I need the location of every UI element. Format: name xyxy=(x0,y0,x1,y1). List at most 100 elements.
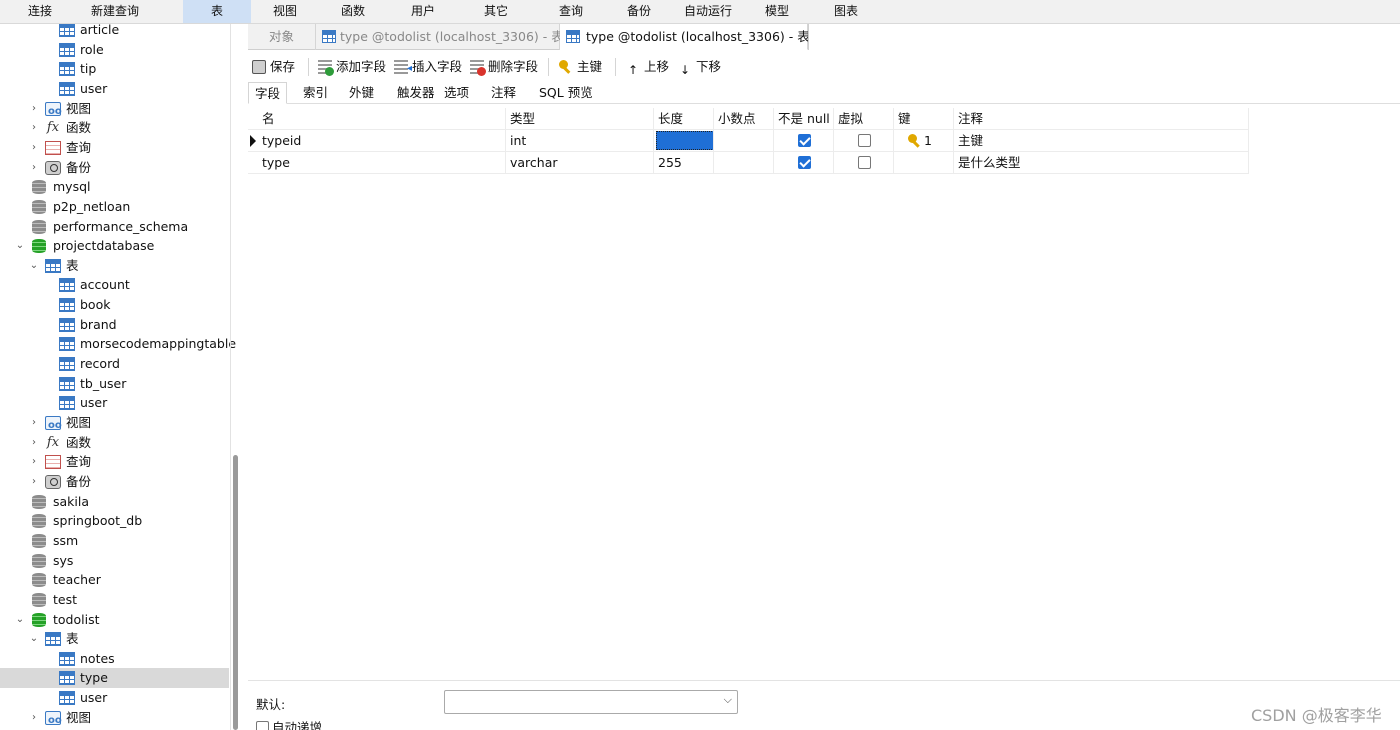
sidebar-item-record[interactable]: record xyxy=(0,354,229,374)
cell-type[interactable]: varchar xyxy=(506,152,654,174)
auto-increment-option[interactable]: 自动递增 xyxy=(256,717,322,730)
header-not-null[interactable]: 不是 null xyxy=(774,108,834,130)
chevron-right-icon[interactable]: › xyxy=(28,472,40,492)
menu-new-query[interactable]: 新建查询 xyxy=(80,0,150,23)
sidebar-item-springboot_db[interactable]: springboot_db xyxy=(0,511,229,531)
cell-not-null[interactable] xyxy=(774,130,834,152)
menu-backup[interactable]: 备份 xyxy=(616,0,662,23)
cell-length[interactable]: 255 xyxy=(654,152,714,174)
menu-automation[interactable]: 自动运行 xyxy=(678,0,738,23)
delete-field-button[interactable]: 删除字段 xyxy=(470,54,538,80)
virtual-checkbox[interactable] xyxy=(858,134,871,147)
auto-increment-checkbox[interactable] xyxy=(256,721,269,730)
menu-function[interactable]: 函数 xyxy=(330,0,376,23)
header-comment[interactable]: 注释 xyxy=(954,108,1249,130)
length-editor-selected[interactable] xyxy=(656,131,713,150)
chevron-right-icon[interactable]: › xyxy=(28,99,40,119)
sidebar-item-[interactable]: ⌄ 表 xyxy=(0,629,229,649)
sidebar-item-[interactable]: › 视图 xyxy=(0,413,229,435)
chevron-right-icon[interactable]: › xyxy=(28,158,40,178)
sidebar-item-[interactable]: › 备份 xyxy=(0,472,229,492)
chevron-right-icon[interactable]: › xyxy=(28,433,40,453)
sidebar-item-[interactable]: › fx 函数 xyxy=(0,433,229,453)
sidebar-item-[interactable]: › 查询 xyxy=(0,452,229,472)
sidebar-item-type[interactable]: type xyxy=(0,668,229,689)
properties-divider[interactable] xyxy=(248,680,1400,681)
chevron-down-icon[interactable]: ⌄ xyxy=(14,610,26,630)
chevron-down-icon[interactable]: ⌄ xyxy=(28,629,40,649)
cell-name[interactable]: type xyxy=(258,152,506,174)
header-decimals[interactable]: 小数点 xyxy=(714,108,774,130)
cell-comment[interactable]: 主键 xyxy=(954,130,1249,152)
tab-table-design-2[interactable]: type @todolist (localhost_3306) - 表 xyxy=(560,24,810,50)
menu-table[interactable]: 表 xyxy=(183,0,251,23)
cell-not-null[interactable] xyxy=(774,152,834,174)
tab-options[interactable]: 选项 xyxy=(438,82,475,104)
cell-virtual[interactable] xyxy=(834,152,894,174)
save-button[interactable]: 保存 xyxy=(252,54,295,80)
menu-user[interactable]: 用户 xyxy=(400,0,446,23)
sidebar-item-user[interactable]: user xyxy=(0,393,229,413)
table-row[interactable]: type varchar 255 是什么类型 xyxy=(248,152,1249,174)
connection-tree[interactable]: article role tip user › 视图 › fx 函数 › 查询 › 备份 mysql p2p… xyxy=(0,24,236,730)
sidebar-item-[interactable]: › 备份 xyxy=(0,158,229,178)
cell-length[interactable] xyxy=(654,130,714,152)
sidebar-item-[interactable]: ⌄ 表 xyxy=(0,256,229,276)
sidebar-divider[interactable] xyxy=(230,24,231,730)
sidebar-item-projectdatabase[interactable]: ⌄ projectdatabase xyxy=(0,236,229,256)
header-type[interactable]: 类型 xyxy=(506,108,654,130)
tab-triggers[interactable]: 触发器 xyxy=(391,82,441,104)
sidebar-item-tip[interactable]: tip xyxy=(0,59,229,79)
tab-comment[interactable]: 注释 xyxy=(485,82,522,104)
tab-foreign-keys[interactable]: 外键 xyxy=(343,82,380,104)
chevron-down-icon[interactable]: ⌄ xyxy=(28,256,40,276)
cell-name[interactable]: typeid xyxy=(258,130,506,152)
sidebar-item-sys[interactable]: sys xyxy=(0,551,229,571)
cell-decimals[interactable] xyxy=(714,152,774,174)
header-virtual[interactable]: 虚拟 xyxy=(834,108,894,130)
menu-query[interactable]: 查询 xyxy=(548,0,594,23)
add-field-button[interactable]: 添加字段 xyxy=(318,54,386,80)
move-up-button[interactable]: ↑ 上移 xyxy=(626,54,669,80)
header-key[interactable]: 键 xyxy=(894,108,954,130)
chevron-right-icon[interactable]: › xyxy=(28,708,40,728)
sidebar-item-article[interactable]: article xyxy=(0,24,229,40)
sidebar-item-morsecodemappingtable[interactable]: morsecodemappingtable xyxy=(0,334,236,354)
default-value-dropdown[interactable]: ⌵ xyxy=(444,690,738,714)
chevron-right-icon[interactable]: › xyxy=(28,452,40,472)
tab-objects[interactable]: 对象 xyxy=(248,24,316,50)
header-name[interactable]: 名 xyxy=(258,108,506,130)
insert-field-button[interactable]: ◂ 插入字段 xyxy=(394,54,462,80)
menu-view[interactable]: 视图 xyxy=(262,0,308,23)
chevron-right-icon[interactable]: › xyxy=(28,118,40,138)
chevron-down-icon[interactable]: ⌄ xyxy=(14,236,26,256)
virtual-checkbox[interactable] xyxy=(858,156,871,169)
sidebar-item-tb_user[interactable]: tb_user xyxy=(0,374,229,394)
cell-key[interactable]: 1 xyxy=(894,130,954,152)
sidebar-item-teacher[interactable]: teacher xyxy=(0,570,229,590)
sidebar-item-account[interactable]: account xyxy=(0,275,229,295)
cell-key[interactable] xyxy=(894,152,954,174)
tab-indexes[interactable]: 索引 xyxy=(297,82,334,104)
sidebar-item-sakila[interactable]: sakila xyxy=(0,492,229,512)
sidebar-scrollbar[interactable] xyxy=(233,455,238,730)
move-down-button[interactable]: ↓ 下移 xyxy=(678,54,721,80)
cell-decimals[interactable] xyxy=(714,130,774,152)
sidebar-item-[interactable]: › 查询 xyxy=(0,138,229,158)
chevron-right-icon[interactable]: › xyxy=(28,413,40,433)
sidebar-item-user[interactable]: user xyxy=(0,688,229,708)
sidebar-item-test[interactable]: test xyxy=(0,590,229,610)
sidebar-item-mysql[interactable]: mysql xyxy=(0,177,229,197)
sidebar-item-[interactable]: › 视图 xyxy=(0,99,229,121)
sidebar-item-performance_schema[interactable]: performance_schema xyxy=(0,217,229,237)
menu-other[interactable]: 其它 xyxy=(473,0,519,23)
sidebar-item-[interactable]: › 视图 xyxy=(0,708,229,730)
sidebar-item-role[interactable]: role xyxy=(0,40,229,60)
sidebar-item-notes[interactable]: notes xyxy=(0,649,229,669)
primary-key-button[interactable]: 主键 xyxy=(559,54,602,80)
sidebar-item-p2p_netloan[interactable]: p2p_netloan xyxy=(0,197,229,217)
sidebar-item-user[interactable]: user xyxy=(0,79,229,99)
not-null-checkbox[interactable] xyxy=(798,134,811,147)
table-row[interactable]: typeid int 1 主键 xyxy=(248,130,1249,152)
sidebar-item-book[interactable]: book xyxy=(0,295,229,315)
